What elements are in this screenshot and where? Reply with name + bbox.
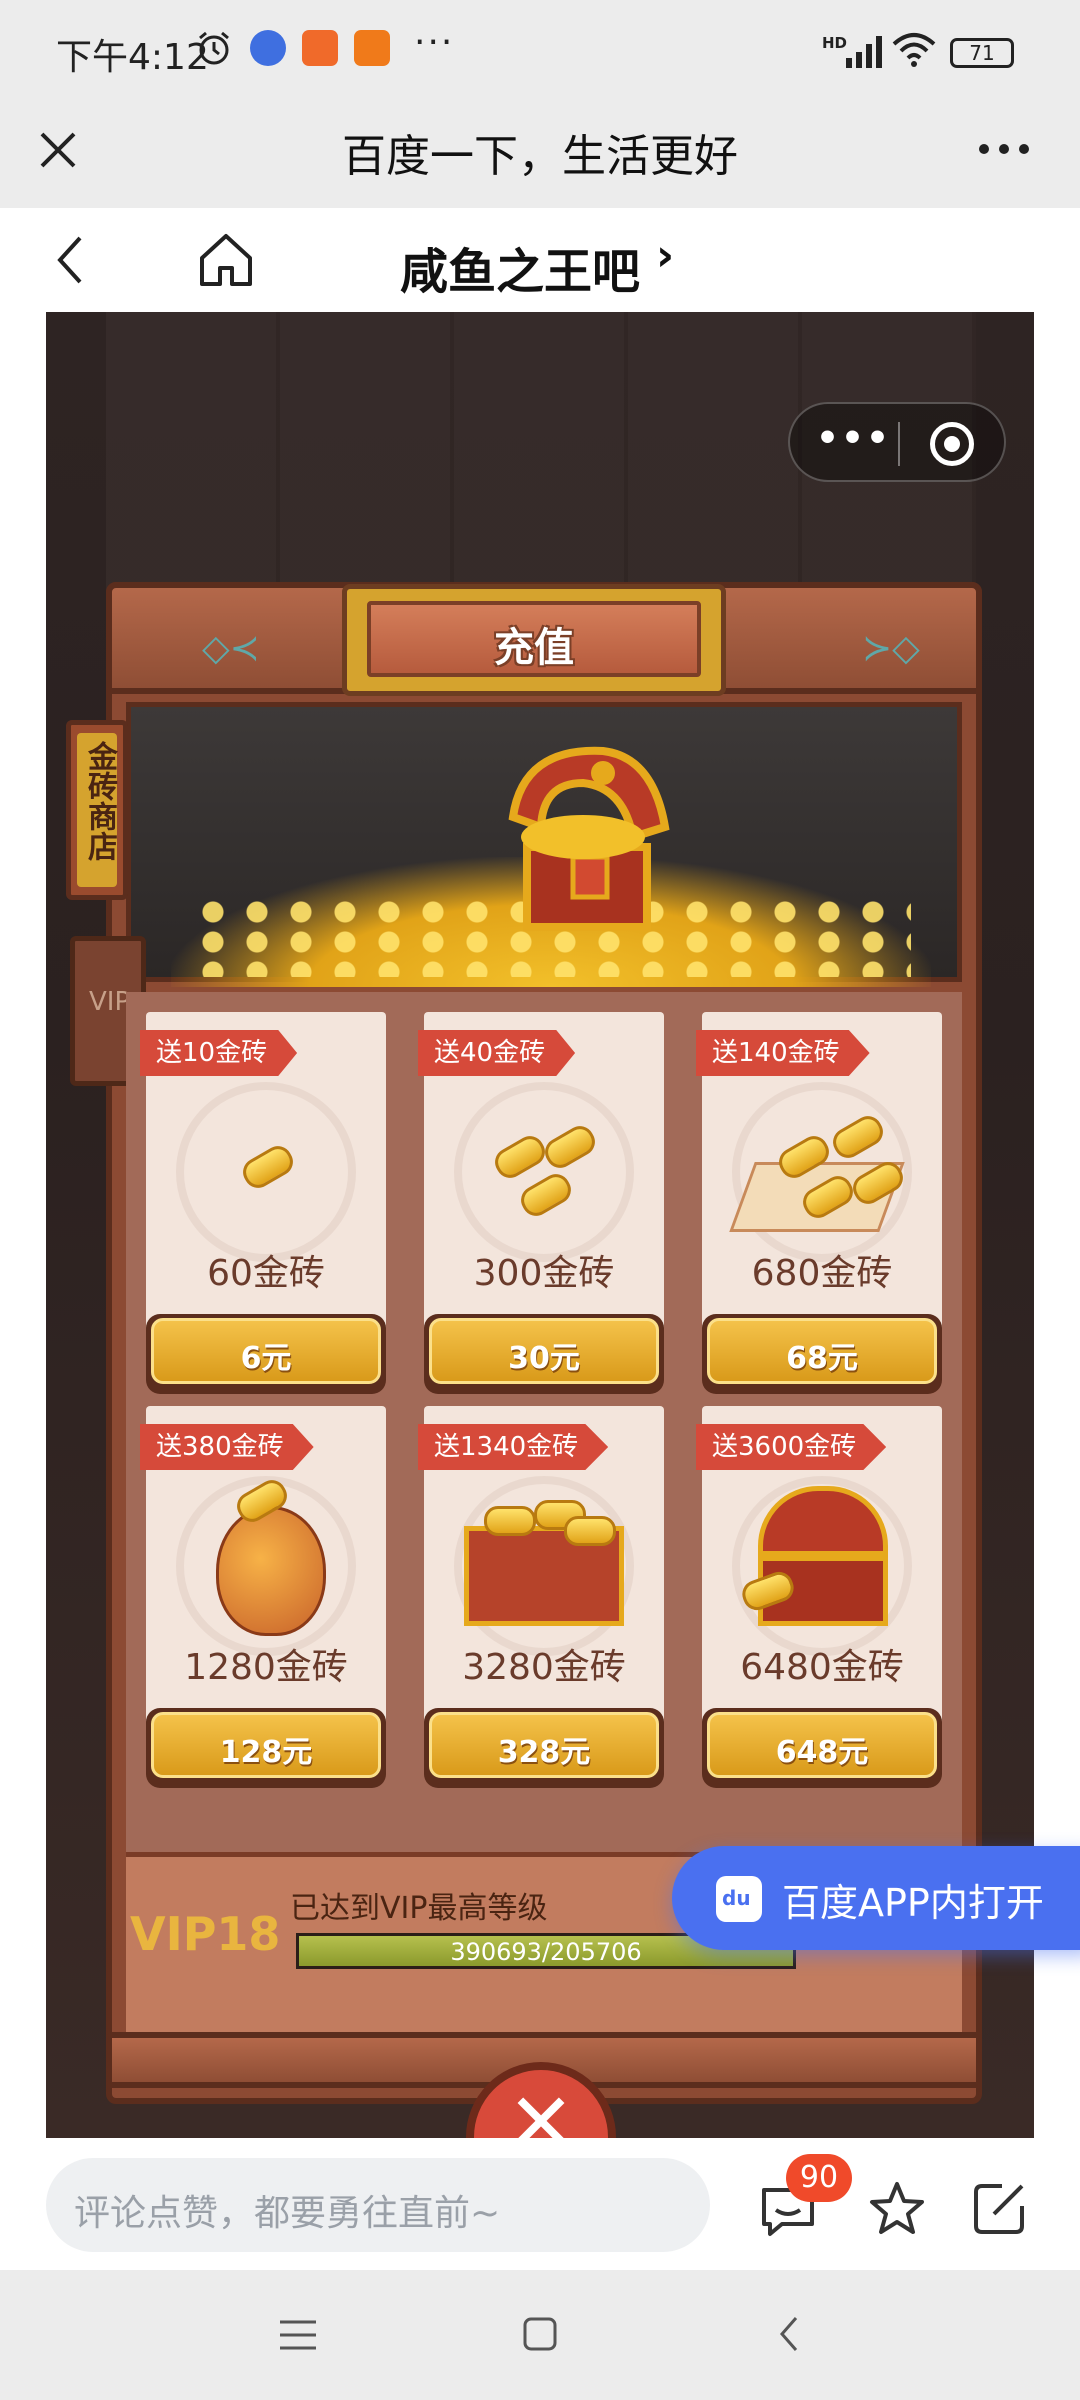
bonus-badge: 送10金砖 bbox=[140, 1030, 298, 1076]
more-notifications-icon: ··· bbox=[414, 22, 455, 63]
battery-indicator: 71 bbox=[950, 38, 1014, 68]
price-label: 648元 bbox=[775, 1735, 869, 1770]
money-bag-icon bbox=[216, 1506, 326, 1636]
bonus-badge: 送3600金砖 bbox=[696, 1424, 887, 1470]
product-amount: 1280金砖 bbox=[184, 1647, 348, 1688]
vip-description: 已达到VIP最高等级 bbox=[290, 1891, 548, 1926]
gold-shop-tab-plate: 金砖商店 bbox=[77, 733, 117, 887]
wifi-icon bbox=[892, 32, 936, 72]
price-button[interactable]: 128元 bbox=[146, 1708, 386, 1788]
price-label: 6元 bbox=[240, 1341, 292, 1376]
status-bar: 下午4:12 ··· HD 71 bbox=[0, 0, 1080, 100]
product-card[interactable]: 送3600金砖 6480金砖 bbox=[696, 1406, 942, 1746]
fish-ornament-icon: ≻◇ bbox=[862, 628, 920, 669]
vip-level: VIP18 bbox=[130, 1907, 281, 1961]
share-icon[interactable] bbox=[968, 2178, 1030, 2244]
menu-icon[interactable] bbox=[278, 2318, 318, 2356]
miniapp-capsule: ••• bbox=[788, 402, 1006, 482]
close-x-icon: ✕ bbox=[507, 2076, 575, 2138]
bonus-badge: 送140金砖 bbox=[696, 1030, 870, 1076]
gold-bar-icon bbox=[484, 1506, 536, 1536]
home-icon[interactable] bbox=[196, 230, 256, 294]
comment-input[interactable]: 评论点赞，都要勇往直前~ bbox=[46, 2158, 710, 2252]
open-in-app-button[interactable]: 百度APP内打开 bbox=[672, 1846, 1080, 1950]
forum-nav-bar: 咸鱼之王吧 › bbox=[0, 208, 1080, 312]
comment-bar: 评论点赞，都要勇往直前~ 90 bbox=[0, 2138, 1080, 2270]
emblem-icon bbox=[454, 1082, 634, 1262]
price-button[interactable]: 648元 bbox=[702, 1708, 942, 1788]
product-card[interactable]: 送1340金砖 3280金砖 bbox=[418, 1406, 664, 1746]
product-grid: 送10金砖 60金砖 送40金砖 300金砖 送140金砖 680金砖 6元 3… bbox=[126, 992, 962, 1852]
browser-bar: 百度一下，生活更好 bbox=[0, 100, 1080, 208]
price-button-face: 128元 bbox=[151, 1712, 381, 1778]
gold-shop-tab-label: 金砖商店 bbox=[82, 741, 117, 861]
shop-title-sign: 充值 bbox=[342, 584, 726, 696]
price-label: 68元 bbox=[786, 1341, 858, 1376]
gold-shop-tab[interactable]: 金砖商店 bbox=[66, 720, 128, 900]
price-label: 30元 bbox=[508, 1341, 580, 1376]
price-label: 328元 bbox=[497, 1735, 591, 1770]
price-button[interactable]: 6元 bbox=[146, 1314, 386, 1394]
open-in-app-label: 百度APP内打开 bbox=[782, 1881, 1044, 1925]
price-button-face: 648元 bbox=[707, 1712, 937, 1778]
capsule-divider bbox=[898, 422, 900, 466]
treasure-banner bbox=[126, 702, 962, 987]
product-card[interactable]: 送40金砖 300金砖 bbox=[418, 1012, 664, 1352]
home-button-icon[interactable] bbox=[522, 2316, 558, 2356]
product-card[interactable]: 送10金砖 60金砖 bbox=[140, 1012, 386, 1352]
status-time: 下午4:12 bbox=[56, 37, 209, 78]
price-button[interactable]: 30元 bbox=[424, 1314, 664, 1394]
product-amount: 6480金砖 bbox=[740, 1647, 904, 1688]
fish-ornament-icon: ◇≺ bbox=[202, 628, 260, 669]
price-button-face: 6元 bbox=[151, 1318, 381, 1384]
bonus-badge: 送40金砖 bbox=[418, 1030, 576, 1076]
product-amount: 300金砖 bbox=[473, 1253, 615, 1294]
product-amount: 60金砖 bbox=[207, 1253, 325, 1294]
price-button-face: 68元 bbox=[707, 1318, 937, 1384]
product-card[interactable]: 送140金砖 680金砖 bbox=[696, 1012, 942, 1352]
shop-title: 充值 bbox=[494, 625, 574, 671]
gold-bar-icon bbox=[564, 1516, 616, 1546]
product-card[interactable]: 送380金砖 1280金砖 bbox=[140, 1406, 386, 1746]
alarm-icon bbox=[196, 30, 232, 66]
bonus-badge: 送1340金砖 bbox=[418, 1424, 609, 1470]
product-amount: 3280金砖 bbox=[462, 1647, 626, 1688]
app-notification-icon bbox=[302, 30, 338, 66]
treasure-chest-icon bbox=[508, 746, 670, 931]
price-button[interactable]: 68元 bbox=[702, 1314, 942, 1394]
price-label: 128元 bbox=[219, 1735, 313, 1770]
price-button-face: 328元 bbox=[429, 1712, 659, 1778]
shop-title-plate: 充值 bbox=[367, 601, 701, 677]
system-navigation-bar bbox=[0, 2270, 1080, 2400]
browser-title: 百度一下，生活更好 bbox=[342, 131, 738, 182]
comment-count-badge: 90 bbox=[786, 2154, 852, 2202]
app-notification-icon bbox=[250, 30, 286, 66]
product-amount: 680金砖 bbox=[751, 1253, 893, 1294]
forum-title[interactable]: 咸鱼之王吧 bbox=[400, 232, 640, 302]
baidu-paw-icon bbox=[716, 1876, 762, 1922]
vip-tab-label: VIP bbox=[89, 987, 131, 1017]
more-menu-icon[interactable] bbox=[976, 134, 1032, 168]
mi-app-icon bbox=[354, 30, 390, 66]
comment-placeholder: 评论点赞，都要勇往直前~ bbox=[74, 2193, 501, 2234]
star-favorite-icon[interactable] bbox=[866, 2178, 928, 2244]
signal-icon bbox=[844, 34, 884, 72]
price-button-face: 30元 bbox=[429, 1318, 659, 1384]
back-button-icon[interactable] bbox=[774, 2314, 804, 2358]
capsule-more-icon[interactable]: ••• bbox=[816, 418, 891, 459]
bonus-badge: 送380金砖 bbox=[140, 1424, 314, 1470]
price-button[interactable]: 328元 bbox=[424, 1708, 664, 1788]
forum-chevron-icon[interactable]: › bbox=[656, 230, 674, 281]
capsule-close-icon[interactable] bbox=[930, 422, 974, 466]
back-arrow-icon[interactable] bbox=[50, 232, 90, 292]
